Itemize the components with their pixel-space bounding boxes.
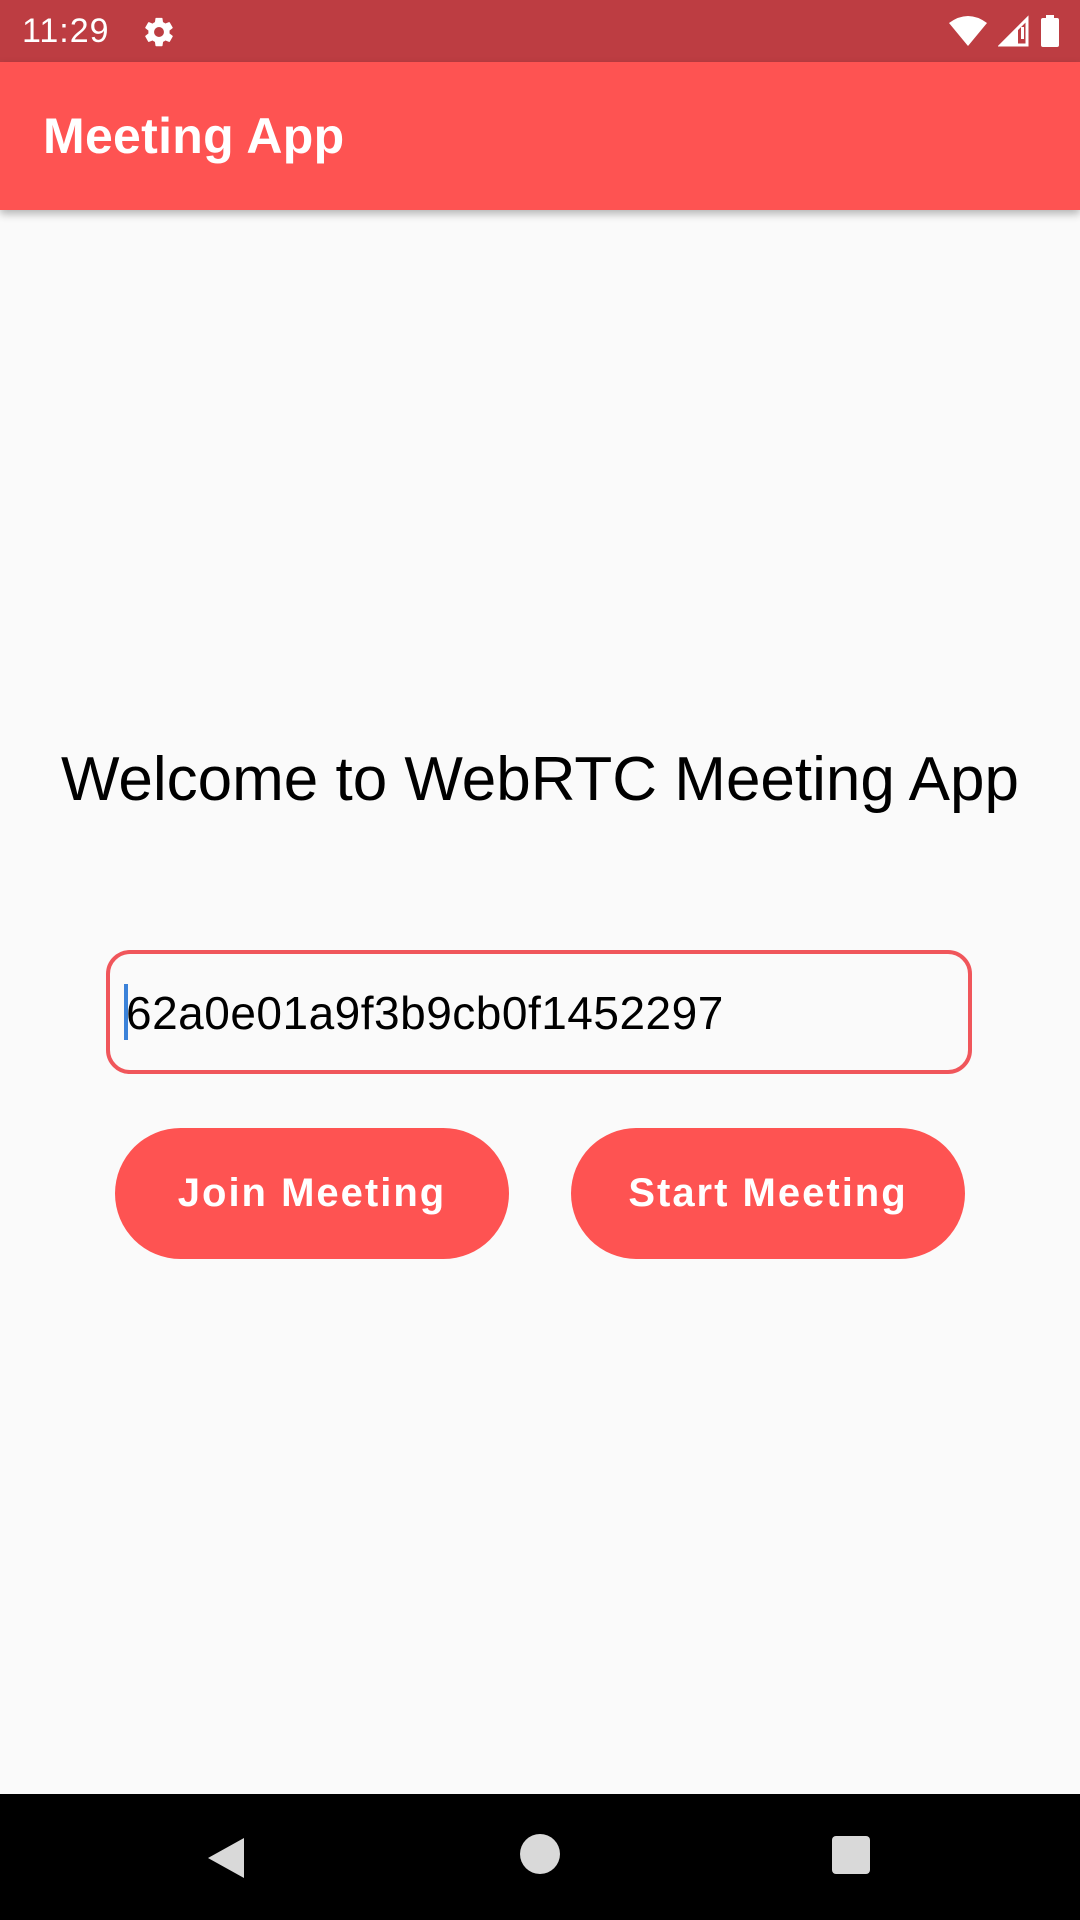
join-meeting-button[interactable]: Join Meeting [115, 1128, 509, 1259]
signal-icon [998, 15, 1029, 47]
status-bar: 11:29 [0, 0, 1080, 62]
status-icons [948, 14, 1060, 48]
screen: 11:29 Meeting App Welcome to WebRTC Meet… [0, 0, 1080, 1920]
start-meeting-button[interactable]: Start Meeting [571, 1128, 965, 1259]
welcome-heading: Welcome to WebRTC Meeting App [60, 745, 1019, 814]
gear-icon [145, 17, 173, 47]
app-title: Meeting App [43, 108, 345, 164]
recents-icon[interactable] [832, 1836, 870, 1874]
home-icon[interactable] [520, 1834, 560, 1874]
back-icon[interactable] [204, 1836, 248, 1880]
wifi-icon [949, 16, 987, 46]
meeting-id-input[interactable]: 62a0e01a9f3b9cb0f1452297 [106, 950, 972, 1074]
app-bar: Meeting App [0, 62, 1080, 210]
battery-icon [1041, 15, 1059, 47]
meeting-id-value: 62a0e01a9f3b9cb0f1452297 [126, 987, 724, 1039]
status-time: 11:29 [22, 12, 110, 50]
navigation-bar [0, 1794, 1080, 1920]
